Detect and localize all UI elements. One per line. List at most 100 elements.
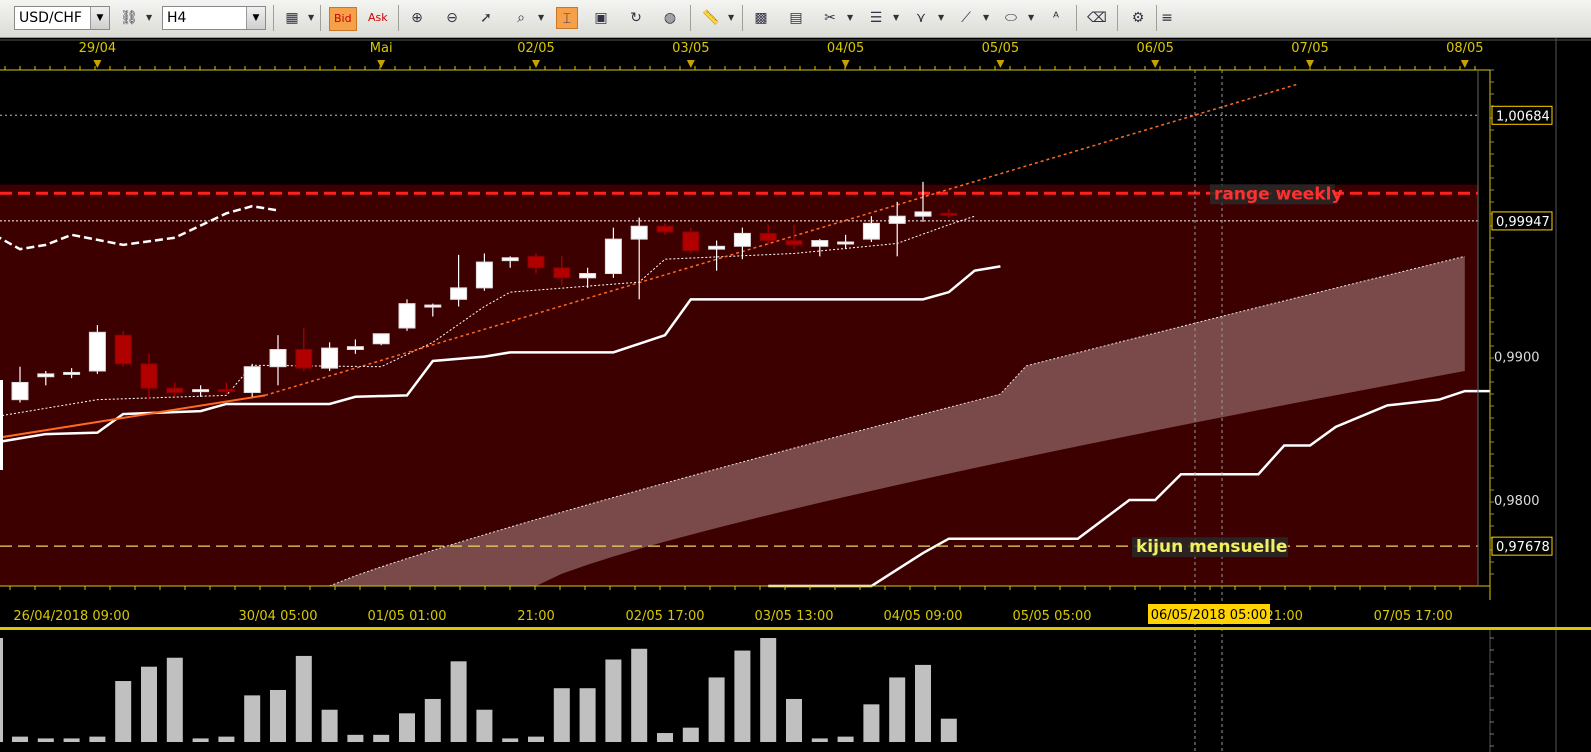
volume-bar (115, 681, 132, 742)
candle-body (914, 211, 932, 217)
price-edge-bar (0, 380, 3, 470)
image-icon[interactable]: ▩ (750, 7, 772, 29)
candle-body (811, 240, 829, 247)
price-tag-text: 0,97678 (1496, 540, 1550, 555)
time-tick-label: 05/05 05:00 (1012, 609, 1091, 624)
price-tick-label: 0,9900 (1494, 351, 1540, 366)
fan-icon[interactable]: ⋎ (910, 7, 932, 29)
chevron-down-icon[interactable]: ▼ (538, 7, 546, 29)
cursor-time-tag: 06/05/2018 05:00 (1148, 604, 1270, 624)
chevron-down-icon[interactable]: ▼ (847, 7, 855, 29)
ruler-icon[interactable]: 📏 (700, 7, 722, 29)
more-icon[interactable]: ≡ (1160, 7, 1174, 29)
candle (243, 363, 261, 397)
candle-body (295, 349, 313, 369)
ellipse-icon[interactable]: ⬭ (1000, 7, 1022, 29)
zoom-in-icon[interactable]: ⊕ (406, 7, 428, 29)
candle-body (553, 267, 571, 279)
candle (114, 330, 132, 367)
range-weekly-label-text: range weekly (1214, 184, 1343, 204)
network-icon[interactable]: ⚙ (1127, 7, 1149, 29)
bid-button[interactable]: Bid (329, 7, 357, 31)
volume-bar (166, 657, 183, 742)
text-icon[interactable]: ᴬ (1045, 7, 1067, 29)
chevron-down-icon[interactable]: ▼ (728, 7, 736, 29)
panel-separator (0, 627, 1591, 630)
chevron-down-icon[interactable]: ▼ (983, 7, 991, 29)
candle (682, 227, 700, 254)
candle-body (424, 304, 442, 308)
time-tick-label: 02/05 17:00 (625, 609, 704, 624)
volume-bar (528, 736, 544, 742)
time-tick-label: 21:00 (1265, 609, 1302, 624)
volume-bar (760, 638, 777, 742)
toolbar-divider (320, 5, 321, 31)
chevron-down-icon[interactable]: ▼ (1028, 7, 1036, 29)
candle-body (192, 389, 210, 393)
chevron-down-icon[interactable]: ▼ (938, 7, 946, 29)
date-tick-label: 06/05 (1136, 41, 1173, 56)
candle-body (888, 215, 906, 224)
globe-icon[interactable]: ◍ (659, 7, 681, 29)
volume-bar (373, 734, 390, 742)
chevron-down-icon[interactable]: ▼ (90, 7, 109, 29)
chart-type-icon[interactable]: ▦ (281, 7, 303, 29)
toolbar-divider (742, 5, 743, 31)
candle-body (166, 387, 184, 394)
candle-body (940, 212, 958, 216)
candle (88, 325, 106, 374)
ask-button[interactable]: Ask (364, 7, 392, 29)
template-icon[interactable]: ▤ (785, 7, 807, 29)
cursor-icon[interactable]: ➚ (475, 7, 497, 29)
candle-body (398, 303, 416, 329)
refresh-icon[interactable]: ↻ (625, 7, 647, 29)
price-tag: 1,00684 (1491, 105, 1553, 125)
chevron-down-icon[interactable]: ▼ (246, 7, 265, 29)
candle-body (88, 331, 106, 372)
symbol-select[interactable]: USD/CHF ▼ (14, 6, 110, 30)
volume-bar (37, 738, 54, 742)
date-tick-label: 08/05 (1446, 41, 1483, 56)
chevron-down-icon[interactable]: ▼ (308, 7, 316, 29)
screenshot-icon[interactable]: ▣ (590, 7, 612, 29)
zoom-out-icon[interactable]: ⊖ (441, 7, 463, 29)
vertical-marker-icon[interactable]: ⌶ (556, 7, 578, 29)
magnifier-icon[interactable]: ⌕ (510, 7, 532, 29)
candle-body (37, 373, 55, 378)
candle-body (785, 240, 803, 246)
date-tick-label: 07/05 (1291, 41, 1328, 56)
chevron-down-icon[interactable]: ▼ (893, 7, 901, 29)
lines-icon[interactable]: ☰ (865, 7, 887, 29)
link-icon[interactable]: ⛓ (118, 7, 140, 29)
volume-bar (450, 661, 467, 742)
timeframe-select[interactable]: H4 ▼ (162, 6, 266, 30)
trendline-icon[interactable]: ⟋ (955, 7, 977, 29)
price-tag: 0,97678 (1491, 536, 1553, 556)
toolbar-divider (273, 5, 274, 31)
candle-body (604, 238, 622, 275)
tools-icon[interactable]: ✂ (819, 7, 841, 29)
volume-bar (579, 688, 596, 742)
toolbar-divider (1076, 5, 1077, 31)
candle-body (269, 349, 287, 368)
chevron-down-icon[interactable]: ▼ (146, 7, 154, 29)
time-tick-label: 01/05 01:00 (367, 609, 446, 624)
price-tag: 0,99947 (1491, 211, 1553, 231)
volume-bar (399, 713, 415, 742)
eraser-icon[interactable]: ⌫ (1086, 7, 1108, 29)
plot-upper-band (0, 70, 1478, 185)
volume-bar (12, 736, 28, 742)
volume-bar (940, 718, 957, 742)
symbol-value: USD/CHF (19, 10, 82, 26)
volume-bar (631, 648, 648, 742)
candle (398, 299, 416, 331)
date-tick-label: Mai (370, 41, 393, 56)
candle-body (243, 366, 261, 394)
volume-bar (915, 664, 931, 742)
timeframe-value: H4 (167, 10, 187, 26)
price-chart[interactable]: range weeklykijun mensuelle27/0429/04Mai… (0, 38, 1591, 752)
price-tick-label: 0,9800 (1494, 494, 1540, 509)
kijun-mensuelle-label-text: kijun mensuelle (1136, 537, 1287, 557)
volume-bar (295, 655, 312, 742)
candle-body (579, 273, 597, 279)
